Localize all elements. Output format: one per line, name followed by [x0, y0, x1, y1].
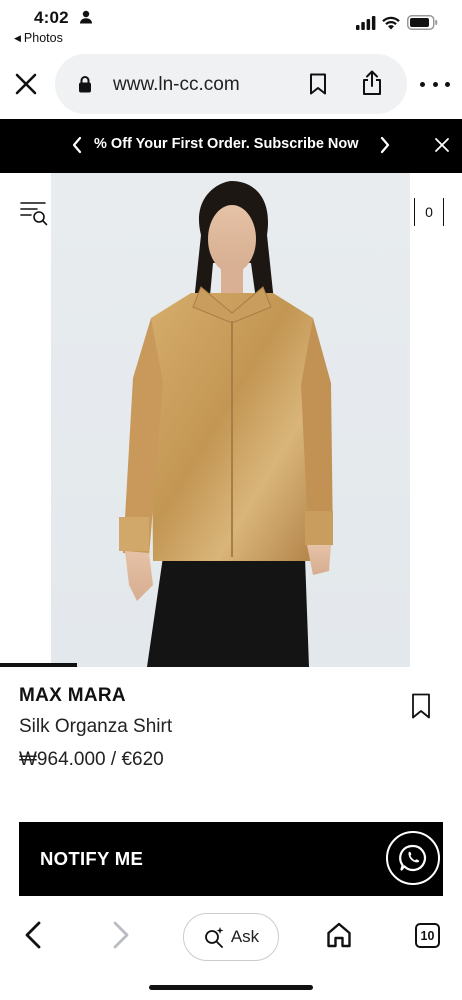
bookmark-icon[interactable]	[309, 73, 327, 95]
home-icon[interactable]	[326, 921, 352, 949]
status-bar: 4:02 ◀ Photos	[0, 0, 462, 50]
home-indicator	[149, 985, 313, 990]
lock-icon	[79, 76, 91, 93]
close-icon	[15, 73, 37, 95]
browser-toolbar: Ask 10	[0, 906, 462, 966]
sparkle-search-icon	[204, 927, 224, 948]
bookmark-icon[interactable]	[411, 693, 431, 719]
whatsapp-icon	[399, 844, 427, 872]
product-image[interactable]	[51, 173, 410, 667]
forward-icon[interactable]	[110, 920, 132, 950]
image-carousel-progress	[0, 663, 77, 667]
notify-me-button[interactable]: NOTIFY ME	[19, 822, 443, 896]
product-name: Silk Organza Shirt	[19, 716, 173, 737]
browser-address-bar: www.ln-cc.com	[0, 52, 462, 116]
cart-count[interactable]: 0	[414, 198, 444, 226]
close-icon[interactable]	[434, 137, 450, 153]
promo-text[interactable]: % Off Your First Order. Subscribe Now	[94, 136, 359, 152]
product-price: ₩964.000 / €620	[19, 749, 164, 770]
back-icon[interactable]	[22, 920, 44, 950]
back-app-label: Photos	[23, 31, 63, 45]
more-icon[interactable]	[420, 74, 450, 94]
share-icon[interactable]	[361, 70, 383, 96]
ask-label: Ask	[230, 927, 260, 946]
promo-banner[interactable]: % Off Your First Order. Subscribe Now	[0, 119, 462, 173]
product-photo	[119, 181, 333, 667]
ask-button[interactable]: Ask	[183, 913, 279, 961]
person-icon	[80, 10, 92, 24]
url-text: www.ln-cc.com	[113, 74, 240, 95]
battery-icon	[407, 15, 438, 30]
back-to-app-link[interactable]: ◀ Photos	[14, 31, 63, 45]
menu-search-icon[interactable]	[20, 198, 48, 226]
tabs-button[interactable]: 10	[415, 923, 440, 948]
status-time: 4:02	[34, 8, 69, 27]
whatsapp-button[interactable]	[386, 831, 440, 885]
url-field[interactable]: www.ln-cc.com	[55, 54, 407, 114]
close-button[interactable]	[12, 70, 40, 98]
chevron-right-icon[interactable]	[378, 135, 392, 155]
chevron-left-icon[interactable]	[70, 135, 84, 155]
wifi-icon	[382, 16, 400, 30]
product-brand[interactable]: MAX MARA	[19, 685, 126, 707]
signal-icon	[356, 16, 376, 30]
back-triangle-icon: ◀	[14, 32, 21, 43]
